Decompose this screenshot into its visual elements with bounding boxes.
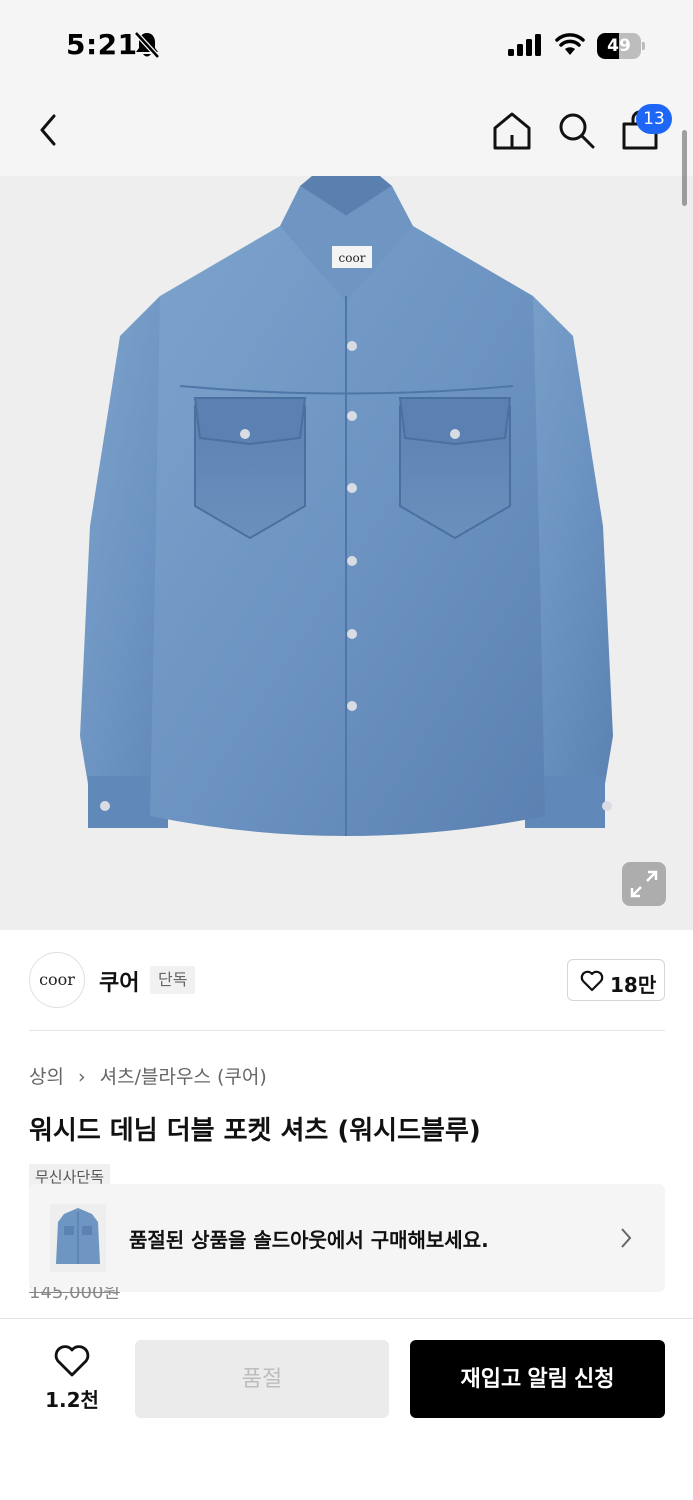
product-title: 워시드 데님 더블 포켓 셔츠 (워시드블루) bbox=[29, 1116, 481, 1146]
status-bar: 5:21 49 bbox=[0, 0, 693, 90]
heart-icon bbox=[54, 1345, 90, 1377]
breadcrumb-item-shirts[interactable]: 셔츠/블라우스 (쿠어) bbox=[100, 1066, 267, 1088]
brand-like-count: 18만 bbox=[610, 973, 657, 997]
restock-alert-button[interactable]: 재입고 알림 신청 bbox=[410, 1340, 665, 1418]
nav-bar bbox=[0, 90, 693, 176]
battery-level: 49 bbox=[607, 36, 631, 56]
status-time: 5:21 bbox=[66, 28, 138, 61]
banner-product-thumbnail bbox=[50, 1204, 106, 1272]
product-like-button[interactable]: 1.2천 bbox=[40, 1344, 104, 1414]
brand-logo[interactable]: coor bbox=[29, 952, 85, 1008]
breadcrumb-item-top[interactable]: 상의 bbox=[29, 1066, 64, 1088]
search-icon[interactable] bbox=[554, 108, 598, 152]
page-scrollbar[interactable] bbox=[682, 130, 687, 206]
bell-slash-icon bbox=[134, 31, 160, 59]
divider bbox=[29, 1030, 665, 1031]
product-like-count: 1.2천 bbox=[45, 1388, 99, 1412]
banner-text: 품절된 상품을 솔드아웃에서 구매해보세요. bbox=[129, 1228, 489, 1252]
product-image[interactable]: coor bbox=[0, 176, 693, 930]
heart-icon bbox=[580, 970, 604, 992]
brand-like-button[interactable]: 18만 bbox=[567, 959, 665, 1001]
signal-icon bbox=[508, 34, 541, 56]
chevron-right-icon bbox=[621, 1228, 632, 1248]
soldout-button: 품절 bbox=[135, 1340, 389, 1418]
home-icon[interactable] bbox=[490, 108, 534, 152]
soldout-banner[interactable]: 품절된 상품을 솔드아웃에서 구매해보세요. bbox=[29, 1184, 665, 1292]
expand-icon[interactable] bbox=[622, 862, 666, 906]
brand-name[interactable]: 쿠어 bbox=[99, 965, 139, 997]
battery-icon: 49 bbox=[597, 33, 645, 59]
brand-exclusive-tag: 단독 bbox=[150, 966, 196, 994]
original-price: 145,000원 bbox=[29, 1287, 120, 1301]
wifi-icon bbox=[555, 33, 585, 55]
chevron-right-icon: › bbox=[78, 1066, 86, 1088]
breadcrumb: 상의 › 셔츠/블라우스 (쿠어) bbox=[29, 1062, 267, 1089]
back-chevron-icon[interactable] bbox=[30, 110, 70, 150]
shirt-label-logo: coor bbox=[339, 251, 366, 265]
denim-shirt-image: coor bbox=[80, 176, 613, 836]
cart-count-badge: 13 bbox=[636, 104, 672, 134]
